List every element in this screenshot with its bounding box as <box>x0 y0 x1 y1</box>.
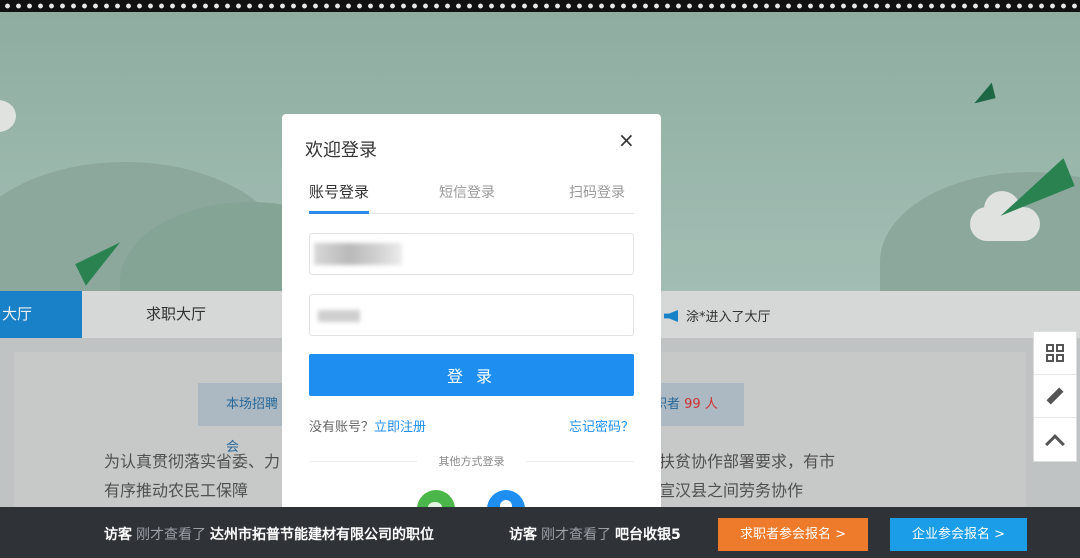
tab-account-login[interactable]: 账号登录 <box>309 181 369 202</box>
qrcode-button[interactable] <box>1034 332 1076 375</box>
qrcode-icon <box>1046 344 1064 362</box>
register-prompt: 没有账号？立即注册 <box>309 416 426 435</box>
ticker-target[interactable]: 达州市拓普节能建材有限公司的职位 <box>210 527 434 543</box>
modal-title: 欢迎登录 <box>305 140 377 161</box>
register-link[interactable]: 立即注册 <box>374 420 426 435</box>
login-tabs: 账号登录 短信登录 扫码登录 <box>309 174 634 214</box>
tab-sms-login[interactable]: 短信登录 <box>439 182 495 202</box>
other-login-label: 其他方式登录 <box>438 455 505 468</box>
login-button[interactable]: 登 录 <box>309 354 634 396</box>
pencil-icon <box>1046 387 1064 405</box>
ticker-visitor: 访客 <box>104 527 132 543</box>
ticker-action: 刚才查看了 <box>541 527 611 543</box>
active-tab-indicator <box>309 211 369 214</box>
ticker-action: 刚才查看了 <box>136 527 206 543</box>
floating-toolbar <box>1033 331 1077 462</box>
seeker-signup-button[interactable]: 求职者参会报名 > <box>718 518 868 551</box>
ticker-item: 访客 刚才查看了 达州市拓普节能建材有限公司的职位 <box>104 524 434 544</box>
ticker-visitor: 访客 <box>509 527 537 543</box>
ticker-item: 访客 刚才查看了 吧台收银5 <box>509 524 681 544</box>
ticker-target[interactable]: 吧台收银5 <box>615 527 681 543</box>
password-value-masked <box>318 310 360 322</box>
company-signup-button[interactable]: 企业参会报名 > <box>890 518 1027 551</box>
chevron-up-icon <box>1045 433 1065 454</box>
login-modal: 欢迎登录 × 账号登录 短信登录 扫码登录 登 录 没有账号？立即注册 忘记密码… <box>282 114 661 558</box>
forgot-password-link[interactable]: 忘记密码？ <box>569 416 634 435</box>
close-icon[interactable]: × <box>618 130 635 150</box>
feedback-button[interactable] <box>1034 375 1076 418</box>
film-strip-border <box>0 0 1080 12</box>
tab-qrcode-login[interactable]: 扫码登录 <box>569 182 625 202</box>
no-account-text: 没有账号？ <box>309 420 375 435</box>
other-login-divider: 其他方式登录 <box>309 453 634 469</box>
back-to-top-button[interactable] <box>1034 418 1076 461</box>
username-value-blurred <box>314 243 402 265</box>
